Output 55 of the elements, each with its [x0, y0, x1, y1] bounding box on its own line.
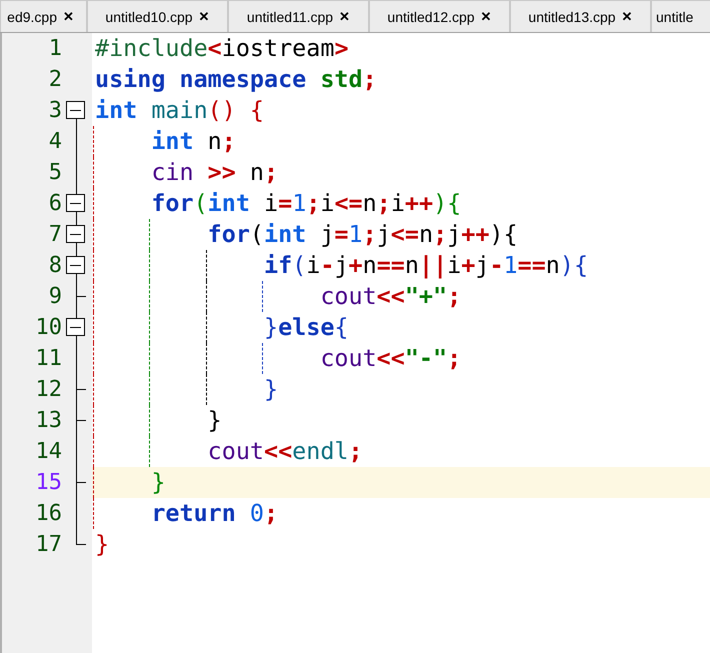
code-line: }: [150, 468, 166, 496]
fold-toggle[interactable]: [66, 256, 85, 274]
tab-label: untitled11.cpp: [246, 8, 334, 24]
file-tab[interactable]: untitled13.cpp ✕: [510, 0, 651, 32]
close-icon[interactable]: ✕: [63, 10, 74, 23]
line-number: 7: [48, 221, 62, 249]
code-line: }: [262, 375, 278, 403]
line-number: 8: [48, 252, 62, 280]
code-line: }else{: [262, 313, 349, 341]
code-line: }: [95, 530, 110, 558]
line-number: 11: [34, 345, 62, 373]
tab-label: untitled13.cpp: [528, 8, 616, 24]
line-number: 3: [48, 97, 62, 125]
line-number: 2: [48, 66, 62, 94]
line-number: 6: [48, 190, 62, 218]
line-number: 15: [34, 469, 62, 497]
line-number: 14: [34, 438, 62, 466]
file-tab[interactable]: untitled11.cpp ✕: [228, 0, 369, 32]
tab-label: untitled10.cpp: [105, 8, 193, 24]
fold-toggle[interactable]: [66, 101, 85, 119]
close-icon[interactable]: ✕: [622, 10, 633, 23]
file-tab[interactable]: untitle: [651, 0, 710, 32]
file-tab[interactable]: untitled10.cpp ✕: [87, 0, 228, 32]
fold-toggle[interactable]: [66, 318, 85, 336]
line-number: 1: [48, 35, 62, 63]
tab-label: ed9.cpp: [7, 8, 57, 24]
code-line: cout<<endl;: [206, 437, 363, 465]
close-icon[interactable]: ✕: [480, 10, 492, 23]
line-number: 12: [34, 376, 62, 404]
file-tab[interactable]: ed9.cpp ✕: [0, 0, 87, 32]
code-line: }: [206, 406, 222, 434]
file-tab[interactable]: untitled12.cpp ✕: [369, 0, 510, 32]
close-icon[interactable]: ✕: [339, 10, 350, 23]
code-line: cout<<"+";: [319, 282, 462, 310]
line-number: 4: [48, 128, 62, 156]
code-line: cout<<"-";: [319, 344, 462, 372]
close-icon[interactable]: ✕: [198, 10, 210, 23]
code-line: int main() {: [95, 96, 264, 124]
tab-label: untitled12.cpp: [387, 8, 475, 24]
code-line: int n;: [150, 127, 236, 155]
fold-toggle[interactable]: [66, 225, 85, 243]
line-number: 10: [34, 314, 62, 342]
line-number: 5: [48, 159, 62, 187]
code-line: if(i-j+n==n||i+j-1==n){: [262, 251, 588, 279]
code-line: for(int j=1;j<=n;j++){: [206, 220, 518, 248]
code-line: #include<iostream>: [95, 34, 349, 62]
code-line: for(int i=1;i<=n;i++){: [150, 189, 462, 217]
fold-toggle[interactable]: [66, 194, 85, 212]
line-number: 16: [34, 500, 62, 528]
code-line: return 0;: [150, 499, 278, 527]
line-number: 17: [34, 531, 62, 559]
code-line: using namespace std;: [95, 65, 377, 93]
line-number: 13: [34, 407, 62, 435]
line-number: 9: [48, 283, 62, 311]
code-line: cin >> n;: [150, 158, 278, 186]
